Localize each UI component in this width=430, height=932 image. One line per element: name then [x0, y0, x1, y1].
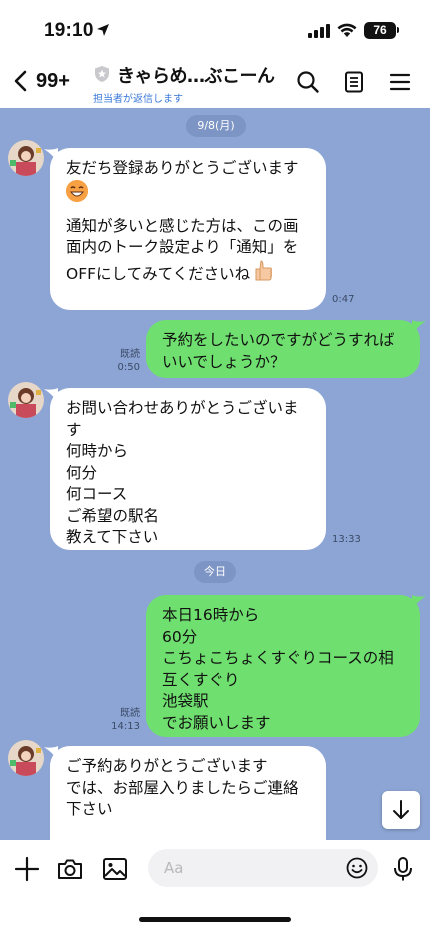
- search-icon[interactable]: [296, 70, 320, 94]
- message-bubble-outgoing[interactable]: 予約をしたいのですがどうすれば いいでしょうか？: [146, 320, 420, 378]
- avatar[interactable]: [8, 140, 44, 176]
- message-bubble-incoming[interactable]: ご予約ありがとうございます では、お部屋入りましたらご連絡 下さい: [50, 746, 326, 840]
- status-time: 19:10: [44, 20, 94, 41]
- avatar[interactable]: [8, 382, 44, 418]
- message-text: 面内のトーク設定より「通知」を: [66, 238, 299, 256]
- message-time: 0:47: [332, 294, 355, 305]
- camera-icon[interactable]: [57, 856, 83, 882]
- input-bar: [0, 840, 430, 900]
- chat-subtitle: 担当者が返信します: [93, 94, 183, 105]
- message-time: 13:33: [332, 534, 361, 545]
- chat-title[interactable]: きゃらめ…ぶこーん: [117, 62, 275, 88]
- chat-header: 99+ きゃらめ…ぶこーん 担当者が返信します: [0, 58, 430, 108]
- bubble-tail: [412, 320, 426, 334]
- message-text: OFFにしてみてくださいね: [66, 264, 251, 283]
- grinning-face-icon: [66, 179, 88, 202]
- message-input[interactable]: [148, 849, 378, 887]
- message-time: 0:50: [117, 362, 140, 373]
- scroll-down-button[interactable]: [382, 791, 420, 829]
- unread-count[interactable]: 99+: [36, 70, 70, 93]
- date-separator: 9/8(月): [186, 115, 246, 137]
- date-separator: 今日: [194, 561, 236, 583]
- image-icon[interactable]: [102, 856, 128, 882]
- menu-icon[interactable]: [388, 70, 412, 94]
- back-chevron-icon[interactable]: [12, 70, 30, 92]
- chat-area[interactable]: 9/8(月) 友だち登録ありがとうございます 通知が多いと感じた方は、この画 面…: [0, 108, 430, 840]
- message-bubble-incoming[interactable]: お問い合わせありがとうございま す 何時から 何分 何コース ご希望の駅名 教え…: [50, 388, 326, 550]
- message-bubble-incoming[interactable]: 友だち登録ありがとうございます 通知が多いと感じた方は、この画 面内のトーク設定…: [50, 148, 326, 310]
- message-bubble-outgoing[interactable]: 本日16時から 60分 こちょこちょくすぐりコースの相 互くすぐり 池袋駅 でお…: [146, 595, 420, 737]
- message-text: 通知が多いと感じた方は、この画: [66, 216, 299, 235]
- signal-icon: [308, 24, 330, 38]
- shield-icon: [95, 66, 109, 82]
- scroll-down-icon: [393, 800, 409, 819]
- battery-nub: [397, 27, 399, 33]
- smile-icon[interactable]: [346, 857, 368, 879]
- home-indicator: [139, 917, 291, 922]
- battery-icon: 76: [364, 22, 396, 39]
- message-time: 14:13: [111, 721, 140, 732]
- bubble-tail: [412, 595, 426, 609]
- thumbs-up-icon: [255, 259, 273, 280]
- avatar[interactable]: [8, 740, 44, 776]
- status-bar: 19:10 76: [0, 0, 430, 58]
- message-read-status: 既読: [120, 708, 140, 719]
- message-text: 友だち登録ありがとうございます: [66, 159, 299, 177]
- location-arrow-icon: [97, 24, 109, 36]
- mic-icon[interactable]: [390, 856, 416, 882]
- notes-icon[interactable]: [342, 70, 366, 94]
- wifi-icon: [337, 23, 357, 37]
- plus-icon[interactable]: [14, 856, 40, 882]
- message-read-status: 既読: [120, 349, 140, 360]
